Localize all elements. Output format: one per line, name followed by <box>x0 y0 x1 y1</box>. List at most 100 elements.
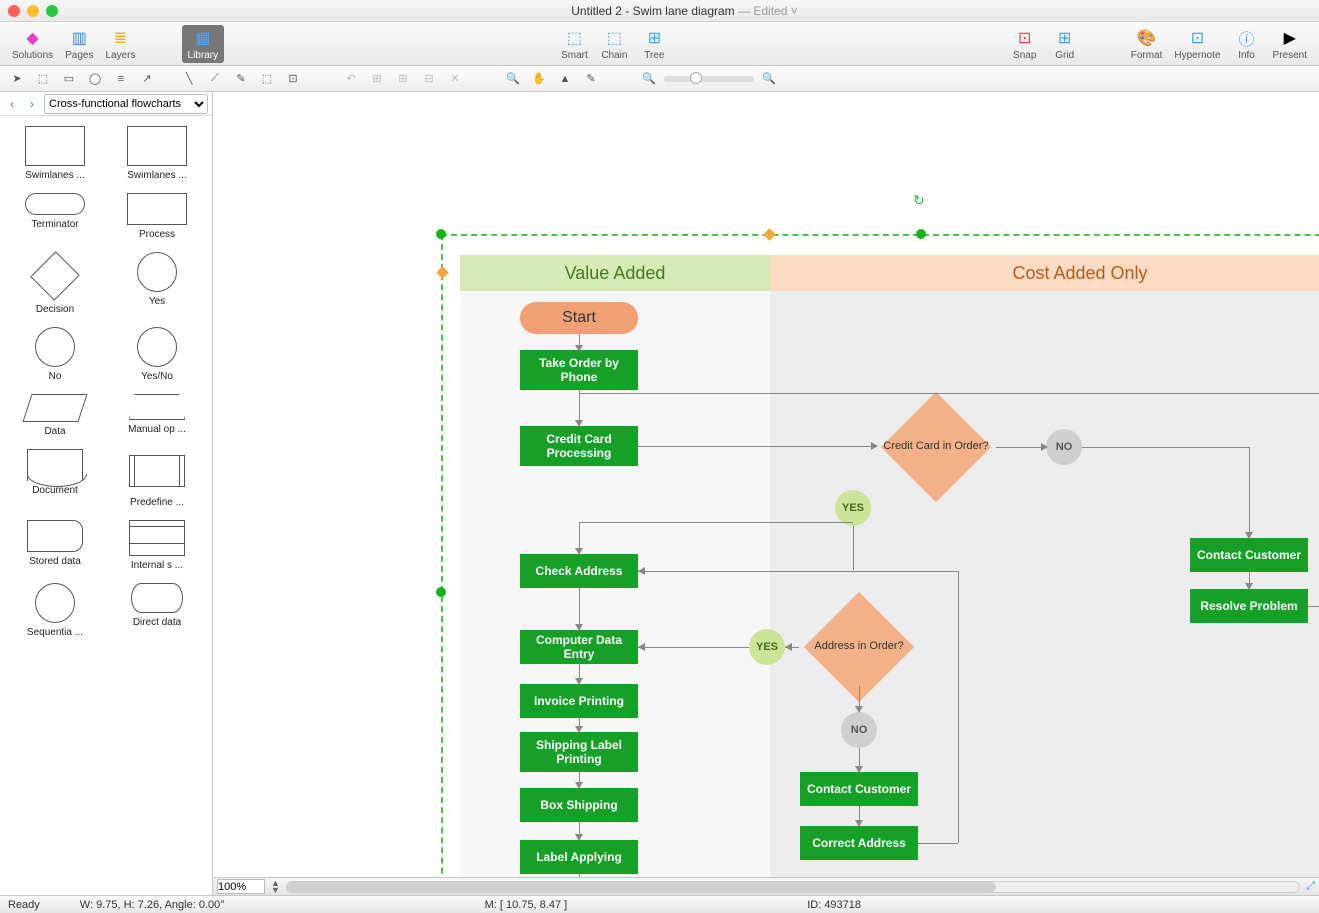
tree-mode-button[interactable]: ⊞Tree <box>634 25 674 63</box>
node-resolve-problem[interactable]: Resolve Problem <box>1190 589 1308 623</box>
palette-lanes-h[interactable]: Swimlanes ... <box>106 120 208 187</box>
arrow-down-icon <box>855 820 863 827</box>
present-button[interactable]: ▶Present <box>1267 25 1313 63</box>
line-tool-icon[interactable]: ↗ <box>136 69 158 89</box>
zoom-icon[interactable] <box>46 5 58 17</box>
zoom-input[interactable] <box>217 879 265 894</box>
node-shipping-label[interactable]: Shipping Label Printing <box>520 732 638 772</box>
crop-tool-icon[interactable]: ⊡ <box>282 69 304 89</box>
zoom-tool-icon[interactable]: 🔍 <box>502 69 524 89</box>
palette-trap[interactable]: Manual op ... <box>106 388 208 443</box>
zoom-in-icon[interactable]: 🔍 <box>758 69 780 89</box>
rotate-handle-icon[interactable]: ↻ <box>913 192 925 209</box>
solutions-button[interactable]: ◆Solutions <box>6 25 59 63</box>
paint-tool-icon[interactable]: ⬚ <box>256 69 278 89</box>
node-no-1[interactable]: NO <box>1046 429 1082 465</box>
distribute-icon[interactable]: ⊞ <box>392 69 414 89</box>
info-button[interactable]: ⓘInfo <box>1227 25 1267 63</box>
palette-label: Manual op ... <box>128 424 186 435</box>
palette-box[interactable]: Process <box>106 187 208 246</box>
handle-left[interactable] <box>436 587 446 597</box>
zoom-stepper-icon[interactable]: ▲▼ <box>271 880 280 894</box>
palette-label: Stored data <box>29 556 81 567</box>
node-addr-decision[interactable]: Address in Order? <box>799 608 919 686</box>
zoom-out-icon[interactable]: 🔍 <box>638 69 660 89</box>
arrow-right-icon <box>871 442 878 450</box>
chain-mode-button[interactable]: ⬚Chain <box>594 25 634 63</box>
palette-doc[interactable]: Document <box>4 443 106 514</box>
node-yes-1[interactable]: YES <box>835 490 871 526</box>
node-cc-processing[interactable]: Credit Card Processing <box>520 426 638 466</box>
ungroup-icon[interactable]: ✕ <box>444 69 466 89</box>
layers-button[interactable]: ≣Layers <box>100 25 142 63</box>
node-correct-address[interactable]: Correct Address <box>800 826 918 860</box>
palette-diamond[interactable]: Decision <box>4 246 106 321</box>
palette-lanes-v[interactable]: Swimlanes ... <box>4 120 106 187</box>
text-tool-icon[interactable]: ≡ <box>110 69 132 89</box>
palette-stored[interactable]: Stored data <box>4 514 106 577</box>
horizontal-scrollbar[interactable] <box>286 881 1300 893</box>
palette-circle[interactable]: Yes/No <box>106 321 208 388</box>
connector <box>1308 606 1319 607</box>
pointer-tool-icon[interactable]: ➤ <box>6 69 28 89</box>
hand-tool-icon[interactable]: ✋ <box>528 69 550 89</box>
connector-tool-icon[interactable]: ╲ <box>178 69 200 89</box>
palette-label: Internal s ... <box>131 560 183 571</box>
node-no-2[interactable]: NO <box>841 712 877 748</box>
hypernote-button[interactable]: ⊡Hypernote <box>1168 25 1226 63</box>
format-button[interactable]: 🎨Format <box>1125 25 1169 63</box>
align-icon[interactable]: ⊞ <box>366 69 388 89</box>
node-yes-2[interactable]: YES <box>749 629 785 665</box>
handle-tl[interactable] <box>436 229 446 239</box>
snap-button[interactable]: ⊡Snap <box>1005 25 1045 63</box>
arrow-down-icon <box>855 706 863 713</box>
palette-circle[interactable]: No <box>4 321 106 388</box>
palette-label: Process <box>139 229 175 240</box>
pages-button[interactable]: ▥Pages <box>59 25 99 63</box>
eyedropper-icon[interactable]: ✎ <box>580 69 602 89</box>
node-data-entry[interactable]: Computer Data Entry <box>520 630 638 664</box>
palette-parallel[interactable]: Data <box>4 388 106 443</box>
select-tool-icon[interactable]: ⬚ <box>32 69 54 89</box>
minimize-icon[interactable] <box>27 5 39 17</box>
palette-pred[interactable]: Predefine ... <box>106 443 208 514</box>
main-toolbar: ◆Solutions ▥Pages ≣Layers ▦Library ⬚Smar… <box>0 22 1319 66</box>
rect-tool-icon[interactable]: ▭ <box>58 69 80 89</box>
close-icon[interactable] <box>8 5 20 17</box>
smart-mode-button[interactable]: ⬚Smart <box>554 25 594 63</box>
palette-label: Decision <box>36 304 74 315</box>
node-cc-decision[interactable]: Credit Card in Order? <box>876 408 996 486</box>
zoom-slider[interactable] <box>664 76 754 82</box>
canvas[interactable]: Value Added Cost Added Only ↻ + Start Ta… <box>213 92 1319 895</box>
stamp-tool-icon[interactable]: ▲ <box>554 69 576 89</box>
node-start[interactable]: Start <box>520 302 638 334</box>
node-invoice-printing[interactable]: Invoice Printing <box>520 684 638 718</box>
palette-label: Direct data <box>133 617 181 628</box>
node-label-applying[interactable]: Label Applying <box>520 840 638 874</box>
library-button[interactable]: ▦Library <box>182 25 225 63</box>
library-back-icon[interactable]: ‹ <box>4 96 20 112</box>
palette-circle[interactable]: Sequentia ... <box>4 577 106 644</box>
palette-circle[interactable]: Yes <box>106 246 208 321</box>
library-sidebar: ‹ › Cross-functional flowcharts Swimlane… <box>0 92 213 895</box>
palette-cyl[interactable]: Direct data <box>106 577 208 644</box>
node-box-shipping[interactable]: Box Shipping <box>520 788 638 822</box>
group-icon[interactable]: ⊟ <box>418 69 440 89</box>
node-take-order[interactable]: Take Order by Phone <box>520 350 638 390</box>
handle-top[interactable] <box>916 229 926 239</box>
undo-icon[interactable]: ↶ <box>340 69 362 89</box>
palette-rbox[interactable]: Terminator <box>4 187 106 246</box>
node-check-address[interactable]: Check Address <box>520 554 638 588</box>
grid-button[interactable]: ⊞Grid <box>1045 25 1085 63</box>
arrow-down-icon <box>575 782 583 789</box>
palette-internal[interactable]: Internal s ... <box>106 514 208 577</box>
expand-icon[interactable]: ⤢ <box>1306 880 1315 893</box>
arc-tool-icon[interactable]: ⟋ <box>204 69 226 89</box>
node-contact-customer-2[interactable]: Contact Customer <box>800 772 918 806</box>
library-category-select[interactable]: Cross-functional flowcharts <box>44 94 208 114</box>
pen-tool-icon[interactable]: ✎ <box>230 69 252 89</box>
connector <box>579 522 853 523</box>
library-forward-icon[interactable]: › <box>24 96 40 112</box>
node-contact-customer-1[interactable]: Contact Customer <box>1190 538 1308 572</box>
ellipse-tool-icon[interactable]: ◯ <box>84 69 106 89</box>
